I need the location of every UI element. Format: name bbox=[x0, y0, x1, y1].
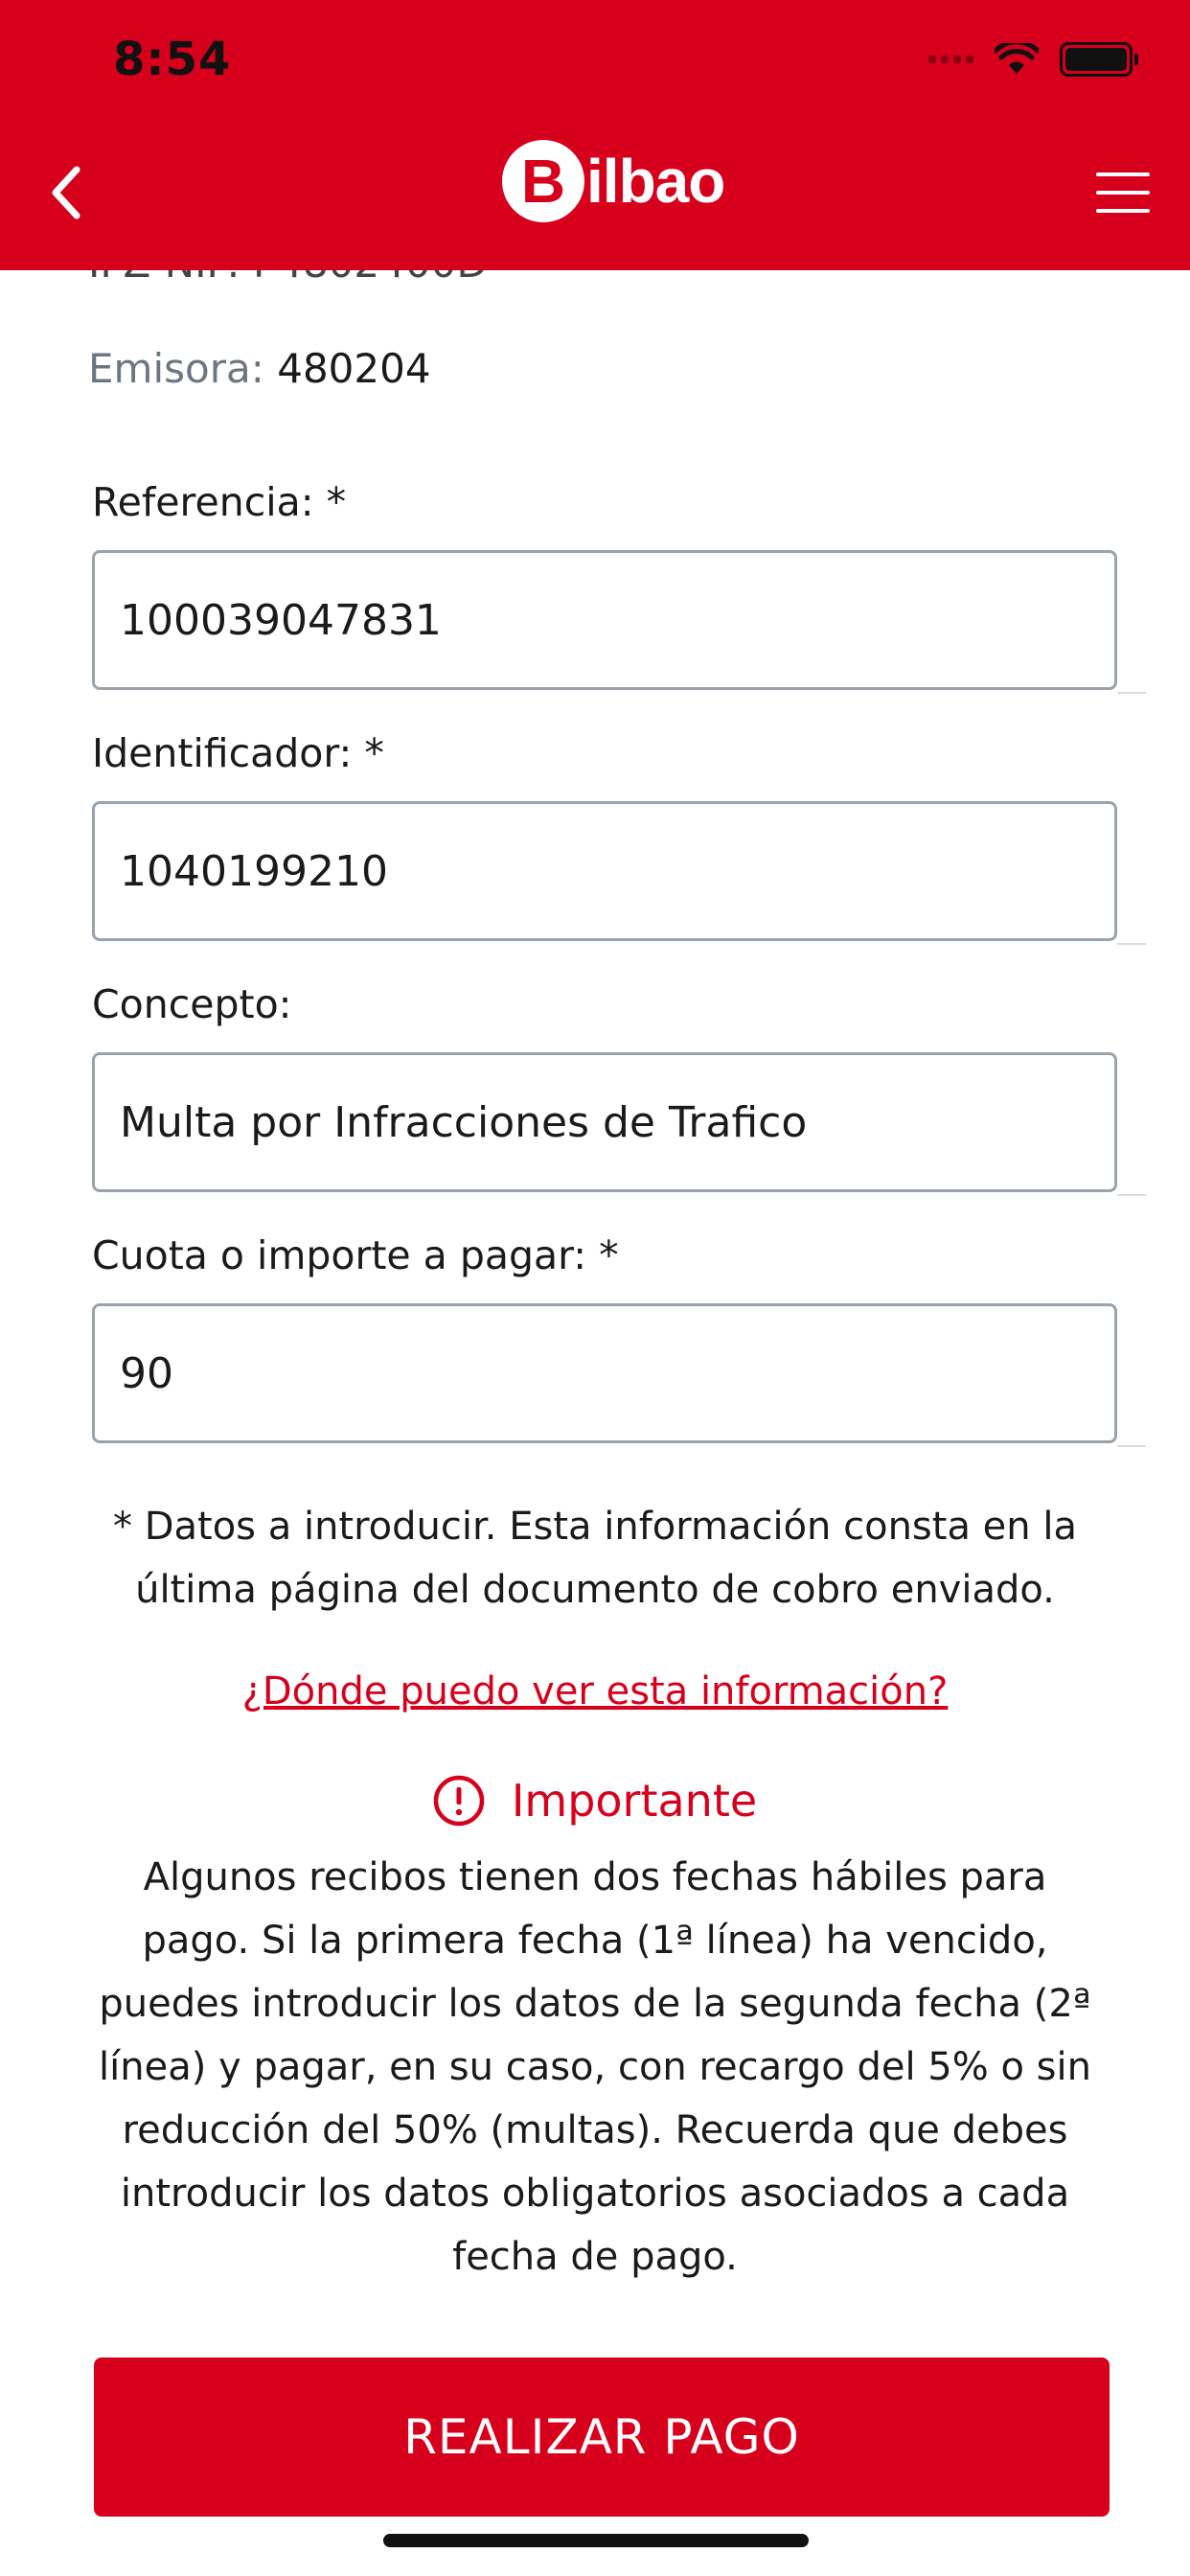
status-time: 8:54 bbox=[113, 33, 232, 86]
divider bbox=[1117, 1194, 1146, 1196]
referencia-label: Referencia: * bbox=[92, 479, 347, 525]
important-heading: Importante bbox=[0, 1775, 1190, 1827]
required-fields-note: * Datos a introducir. Esta información c… bbox=[113, 1505, 1077, 1612]
identificador-input[interactable]: 1040199210 bbox=[92, 801, 1117, 941]
battery-icon bbox=[1060, 42, 1138, 77]
important-body: Algunos recibos tienen dos fechas hábile… bbox=[99, 1855, 1091, 2279]
concepto-label: Concepto: bbox=[92, 981, 292, 1027]
important-title: Importante bbox=[511, 1775, 758, 1827]
cuota-label: Cuota o importe a pagar: * bbox=[92, 1232, 619, 1278]
home-indicator bbox=[383, 2534, 809, 2547]
app-header: 8:54 B ilbao bbox=[0, 0, 1190, 270]
logo-text: ilbao bbox=[586, 147, 725, 216]
alert-circle-icon bbox=[433, 1775, 485, 1827]
referencia-input[interactable]: 100039047831 bbox=[92, 550, 1117, 690]
logo-letter: B bbox=[502, 140, 584, 222]
divider bbox=[1117, 943, 1146, 945]
wifi-icon bbox=[995, 43, 1039, 74]
divider bbox=[1117, 1445, 1146, 1447]
divider bbox=[1117, 692, 1146, 694]
pay-button[interactable]: REALIZAR PAGO bbox=[94, 2358, 1110, 2517]
hamburger-menu-icon[interactable] bbox=[1096, 172, 1150, 213]
chevron-left-icon bbox=[52, 166, 80, 219]
signal-icon bbox=[928, 56, 973, 63]
bilbao-logo: B ilbao bbox=[502, 140, 725, 222]
emisora-label: Emisora: bbox=[88, 345, 264, 392]
cuota-input[interactable]: 90 bbox=[92, 1303, 1117, 1443]
info-location-link[interactable]: ¿Dónde puedo ver esta información? bbox=[0, 1669, 1190, 1714]
concepto-input[interactable]: Multa por Infracciones de Trafico bbox=[92, 1052, 1117, 1192]
identificador-label: Identificador: * bbox=[92, 730, 384, 776]
status-icons bbox=[928, 42, 1138, 77]
back-button[interactable] bbox=[42, 159, 90, 226]
emisora-value: 480204 bbox=[277, 345, 431, 392]
emisora-row: Emisora: 480204 bbox=[88, 345, 431, 392]
